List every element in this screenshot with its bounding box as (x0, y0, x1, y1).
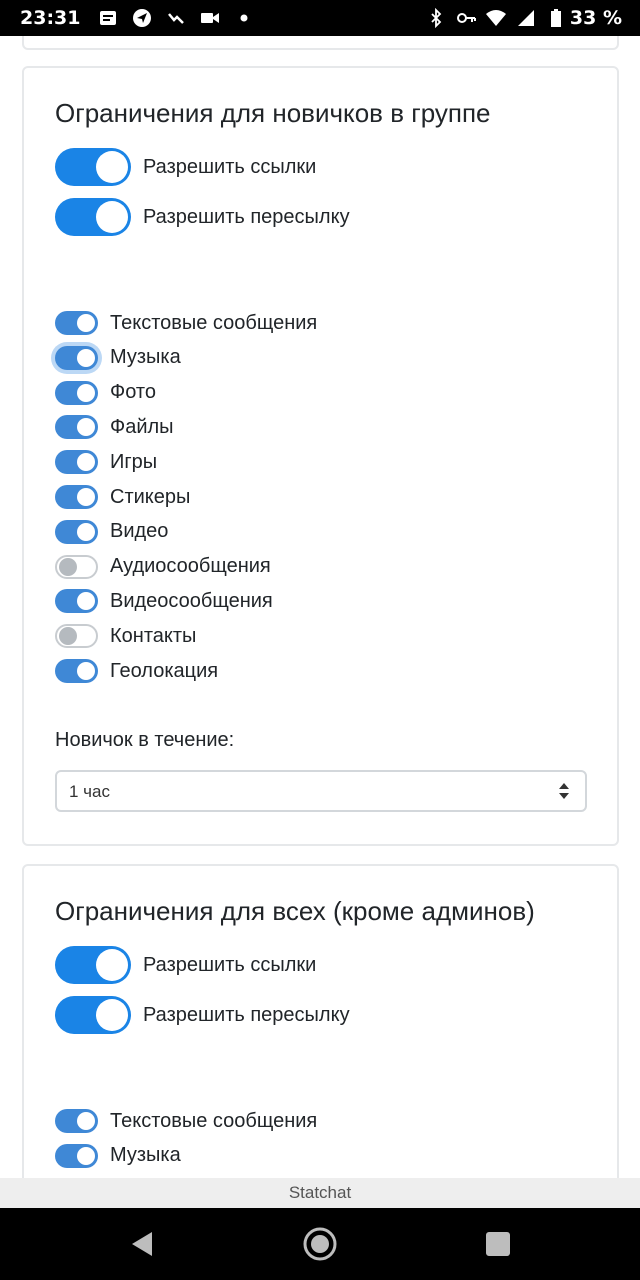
toggle-label: Фото (110, 381, 156, 404)
toggle-switch[interactable] (55, 345, 98, 370)
toggle-switch[interactable] (55, 589, 98, 614)
toggle-label: Текстовые сообщения (110, 311, 318, 334)
toggle-label: Стикеры (110, 485, 191, 508)
toggle-label: Музыка (110, 346, 181, 369)
toggle-label: Видео (110, 520, 169, 543)
toggle-switch[interactable] (55, 554, 98, 579)
allow-forward-toggle[interactable]: Разрешить пересылку (55, 198, 350, 236)
allow-links-toggle[interactable]: Разрешить ссылки (55, 148, 316, 186)
app-footer: Statchat (0, 1178, 640, 1208)
key-icon (456, 13, 476, 23)
toggle-switch[interactable] (55, 148, 131, 186)
toggle-switch[interactable] (55, 380, 98, 405)
previous-card (22, 36, 619, 50)
toggle-switch[interactable] (55, 450, 98, 475)
toggle-switch[interactable] (55, 1109, 98, 1133)
toggle-switch[interactable] (55, 485, 98, 509)
signal-icon (517, 10, 534, 26)
toggle-switch[interactable] (55, 1143, 98, 1168)
content-toggle[interactable]: Текстовые сообщения (55, 308, 317, 338)
duration-select-value: 1 час (69, 782, 110, 801)
newbie-restrictions-card: Ограничения для новичков в группе Разреш… (22, 66, 619, 846)
toggle-label: Контакты (110, 624, 197, 647)
content-toggle[interactable]: Файлы (55, 412, 174, 442)
missed-call-icon (168, 13, 185, 24)
toggle-switch[interactable] (55, 996, 131, 1034)
content-toggle[interactable]: Игры (55, 447, 157, 477)
all-restrictions-card: Ограничения для всех (кроме админов) Раз… (22, 864, 619, 1178)
content-toggle[interactable]: Видео (55, 517, 168, 547)
toggle-label: Игры (110, 450, 158, 473)
wifi-icon (485, 10, 506, 26)
toggle-label: Разрешить ссылки (143, 953, 317, 976)
toggle-switch[interactable] (55, 415, 98, 440)
video-icon (201, 13, 220, 23)
toggle-switch[interactable] (55, 946, 131, 984)
toggle-switch[interactable] (55, 311, 98, 335)
toggle-label: Файлы (110, 415, 174, 438)
content-toggle[interactable]: Фото (55, 378, 156, 408)
toggle-label: Разрешить пересылку (143, 205, 350, 228)
toggle-label: Разрешить ссылки (143, 155, 317, 178)
toggle-switch[interactable] (55, 659, 98, 683)
content-toggle[interactable]: Геолокация (55, 656, 218, 686)
content-toggle[interactable]: Видеосообщения (55, 586, 273, 616)
toggle-label: Разрешить пересылку (143, 1003, 350, 1026)
recents-icon[interactable] (480, 1226, 516, 1262)
notification-icon (100, 11, 117, 25)
duration-select[interactable]: 1 час (55, 770, 587, 812)
content-toggle[interactable]: Контакты (55, 621, 196, 651)
home-icon[interactable] (302, 1226, 338, 1262)
toggle-label: Музыка (110, 1144, 181, 1167)
toggle-label: Аудиосообщения (110, 555, 271, 578)
back-icon[interactable] (124, 1226, 160, 1262)
toggle-label: Геолокация (110, 659, 219, 682)
navigation-bar (0, 1208, 640, 1280)
allow-links-toggle[interactable]: Разрешить ссылки (55, 946, 316, 984)
content-toggle[interactable]: Стикеры (55, 482, 190, 512)
select-arrows-icon (559, 783, 569, 799)
section-title: Ограничения для всех (кроме админов) (55, 896, 535, 926)
page-content[interactable]: Ограничения для новичков в группе Разреш… (0, 36, 640, 1178)
status-time: 23:31 (20, 7, 81, 29)
toggle-label: Текстовые сообщения (110, 1109, 318, 1132)
battery-level: 33 % (569, 7, 622, 29)
section-title: Ограничения для новичков в группе (55, 98, 491, 128)
content-toggle[interactable]: Аудиосообщения (55, 552, 271, 582)
toggle-switch[interactable] (55, 519, 98, 544)
toggle-switch[interactable] (55, 198, 131, 236)
bluetooth-icon (431, 8, 442, 28)
toggle-switch[interactable] (55, 624, 98, 649)
dot-icon (240, 14, 248, 22)
content-toggle[interactable]: Текстовые сообщения (55, 1106, 317, 1136)
send-icon (133, 9, 152, 27)
content-toggle[interactable]: Музыка (55, 343, 181, 373)
battery-icon (550, 9, 561, 27)
duration-label: Новичок в течение: (55, 729, 235, 751)
content-toggle[interactable]: Музыка (55, 1141, 181, 1171)
toggle-label: Видеосообщения (110, 589, 273, 612)
allow-forward-toggle[interactable]: Разрешить пересылку (55, 996, 350, 1034)
status-bar: 23:31 33 % (0, 0, 640, 36)
